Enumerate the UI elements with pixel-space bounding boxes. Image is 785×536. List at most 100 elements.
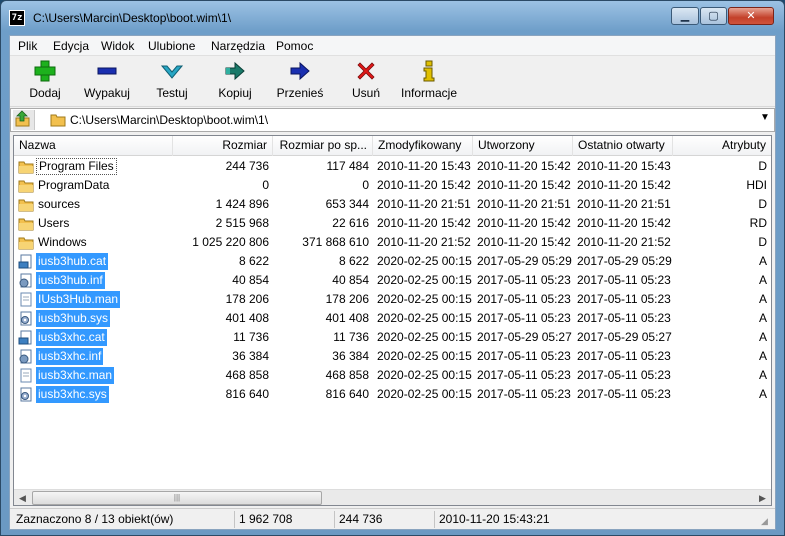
cell-modified: 2020-02-25 00:15 bbox=[377, 254, 472, 268]
add-button[interactable]: Dodaj bbox=[24, 59, 66, 105]
cell-packed-size: 8 622 bbox=[338, 254, 369, 268]
horizontal-scrollbar[interactable]: ◀ ||| ▶ bbox=[14, 489, 771, 505]
up-folder-button[interactable] bbox=[13, 110, 35, 130]
file-name: iusb3xhc.man bbox=[36, 367, 115, 384]
file-list[interactable]: Nazwa Rozmiar Rozmiar po sp... Zmodyfiko… bbox=[13, 135, 772, 506]
delete-button[interactable]: Usuń bbox=[348, 59, 384, 105]
file-name: Windows bbox=[38, 235, 87, 249]
column-attributes[interactable]: Atrybuty bbox=[673, 136, 771, 156]
title-bar[interactable]: 7z C:\Users\Marcin\Desktop\boot.wim\1\ ▁… bbox=[1, 1, 784, 35]
table-row[interactable]: ProgramData 0 0 2010-11-20 15:42 2010-11-20 … bbox=[14, 176, 771, 195]
cell-created: 2010-11-20 15:42 bbox=[477, 235, 571, 249]
table-row[interactable]: iusb3xhc.sys 816 640 816 640 2020-02-25 00:… bbox=[14, 385, 771, 404]
cell-created: 2010-11-20 21:51 bbox=[477, 197, 571, 211]
file-icon bbox=[20, 368, 32, 383]
add-label: Dodaj bbox=[29, 86, 61, 100]
column-modified[interactable]: Zmodyfikowany bbox=[373, 136, 473, 156]
cell-created: 2017-05-11 05:23 bbox=[477, 368, 571, 382]
close-button[interactable]: ✕ bbox=[728, 7, 774, 25]
folder-icon bbox=[18, 180, 34, 193]
cell-attributes: A bbox=[758, 330, 767, 344]
system-file-icon bbox=[20, 387, 32, 402]
table-row[interactable]: iusb3xhc.cat 11 736 11 736 2020-02-25 00:15… bbox=[14, 328, 771, 347]
folder-icon bbox=[18, 161, 34, 174]
system-file-icon bbox=[20, 311, 32, 326]
cell-created: 2017-05-11 05:23 bbox=[477, 387, 571, 401]
menu-pomoc[interactable]: Pomoc bbox=[276, 39, 313, 53]
scroll-right-icon[interactable]: ▶ bbox=[754, 490, 771, 505]
cell-accessed: 2017-05-11 05:23 bbox=[577, 368, 671, 382]
cell-accessed: 2017-05-11 05:23 bbox=[577, 387, 671, 401]
table-row[interactable]: iusb3hub.cat 8 622 8 622 2020-02-25 00:15 20… bbox=[14, 252, 771, 271]
address-bar[interactable]: C:\Users\Marcin\Desktop\boot.wim\1\ ▼ bbox=[10, 108, 775, 132]
menu-plik[interactable]: Plik bbox=[18, 39, 37, 53]
setup-info-file-icon bbox=[19, 349, 32, 364]
cell-attributes: HDI bbox=[746, 178, 767, 192]
table-row[interactable]: Windows 1 025 220 806 371 868 610 2010-11-2… bbox=[14, 233, 771, 252]
folder-icon bbox=[18, 237, 34, 250]
minimize-button[interactable]: ▁ bbox=[671, 7, 699, 25]
table-row[interactable]: Program Files 244 736 117 484 2010-11-20 15… bbox=[14, 157, 771, 176]
cell-size: 1 424 896 bbox=[215, 197, 269, 211]
address-dropdown-icon[interactable]: ▼ bbox=[760, 112, 770, 123]
info-icon bbox=[423, 60, 435, 82]
move-button[interactable]: Przenieś bbox=[274, 59, 326, 105]
cell-modified: 2010-11-20 15:42 bbox=[377, 216, 471, 230]
cell-modified: 2010-11-20 15:42 bbox=[377, 178, 471, 192]
cell-created: 2017-05-29 05:29 bbox=[477, 254, 572, 268]
client-area: Plik Edycja Widok Ulubione Narzędzia Pom… bbox=[9, 35, 776, 530]
cell-modified: 2010-11-20 15:43 bbox=[377, 159, 471, 173]
scroll-thumb[interactable]: ||| bbox=[32, 491, 322, 505]
table-row[interactable]: iusb3xhc.inf 36 384 36 384 2020-02-25 00:15… bbox=[14, 347, 771, 366]
cell-attributes: D bbox=[758, 235, 767, 249]
cell-created: 2017-05-11 05:23 bbox=[477, 349, 571, 363]
table-row[interactable]: iusb3hub.inf 40 854 40 854 2020-02-25 00:15… bbox=[14, 271, 771, 290]
menu-widok[interactable]: Widok bbox=[101, 39, 134, 53]
status-date: 2010-11-20 15:43:21 bbox=[434, 511, 634, 528]
maximize-button[interactable]: ▢ bbox=[700, 7, 727, 25]
file-name: sources bbox=[38, 197, 81, 211]
resize-grip-icon[interactable]: ◢ bbox=[761, 516, 773, 528]
table-row[interactable]: Users 2 515 968 22 616 2010-11-20 15:42 2010… bbox=[14, 214, 771, 233]
extract-button[interactable]: Wypakuj bbox=[80, 59, 134, 105]
cell-packed-size: 371 868 610 bbox=[302, 235, 369, 249]
file-name: Users bbox=[38, 216, 70, 230]
menu-ulubione[interactable]: Ulubione bbox=[148, 39, 195, 53]
catalog-file-icon bbox=[18, 330, 32, 345]
cell-packed-size: 22 616 bbox=[332, 216, 369, 230]
column-created[interactable]: Utworzony bbox=[473, 136, 573, 156]
address-path[interactable]: C:\Users\Marcin\Desktop\boot.wim\1\ bbox=[70, 113, 268, 127]
cell-attributes: D bbox=[758, 197, 767, 211]
table-row[interactable]: sources 1 424 896 653 344 2010-11-20 21:51 2… bbox=[14, 195, 771, 214]
column-name[interactable]: Nazwa bbox=[14, 136, 173, 156]
menu-edycja[interactable]: Edycja bbox=[53, 39, 89, 53]
copy-label: Kopiuj bbox=[218, 86, 252, 100]
cell-attributes: A bbox=[758, 368, 767, 382]
cell-attributes: A bbox=[758, 311, 767, 325]
check-chevron-icon bbox=[160, 65, 184, 79]
plus-icon bbox=[34, 60, 56, 82]
cell-attributes: A bbox=[758, 387, 767, 401]
window-title: C:\Users\Marcin\Desktop\boot.wim\1\ bbox=[33, 11, 232, 25]
menu-narzedzia[interactable]: Narzędzia bbox=[211, 39, 265, 53]
cell-modified: 2020-02-25 00:15 bbox=[377, 292, 472, 306]
file-name: IUsb3Hub.man bbox=[36, 291, 121, 308]
table-row[interactable]: iusb3xhc.man 468 858 468 858 2020-02-25 00:… bbox=[14, 366, 771, 385]
scroll-left-icon[interactable]: ◀ bbox=[14, 490, 31, 505]
file-name: iusb3xhc.inf bbox=[36, 348, 104, 365]
copy-button[interactable]: Kopiuj bbox=[212, 59, 258, 105]
table-row[interactable]: IUsb3Hub.man 178 206 178 206 2020-02-25 00:… bbox=[14, 290, 771, 309]
status-selection: Zaznaczono 8 / 13 obiekt(ów) bbox=[16, 512, 174, 526]
column-accessed[interactable]: Ostatnio otwarty bbox=[573, 136, 673, 156]
test-button[interactable]: Testuj bbox=[150, 59, 194, 105]
info-button[interactable]: Informacje bbox=[398, 59, 460, 105]
column-packed-size[interactable]: Rozmiar po sp... bbox=[273, 136, 373, 156]
cell-packed-size: 178 206 bbox=[325, 292, 369, 306]
column-size[interactable]: Rozmiar bbox=[173, 136, 273, 156]
arrow-right-icon bbox=[290, 61, 310, 81]
cell-accessed: 2017-05-11 05:23 bbox=[577, 349, 671, 363]
table-row[interactable]: iusb3hub.sys 401 408 401 408 2020-02-25 00:… bbox=[14, 309, 771, 328]
test-label: Testuj bbox=[156, 86, 188, 100]
cell-size: 40 854 bbox=[232, 273, 269, 287]
list-header: Nazwa Rozmiar Rozmiar po sp... Zmodyfiko… bbox=[14, 136, 771, 156]
